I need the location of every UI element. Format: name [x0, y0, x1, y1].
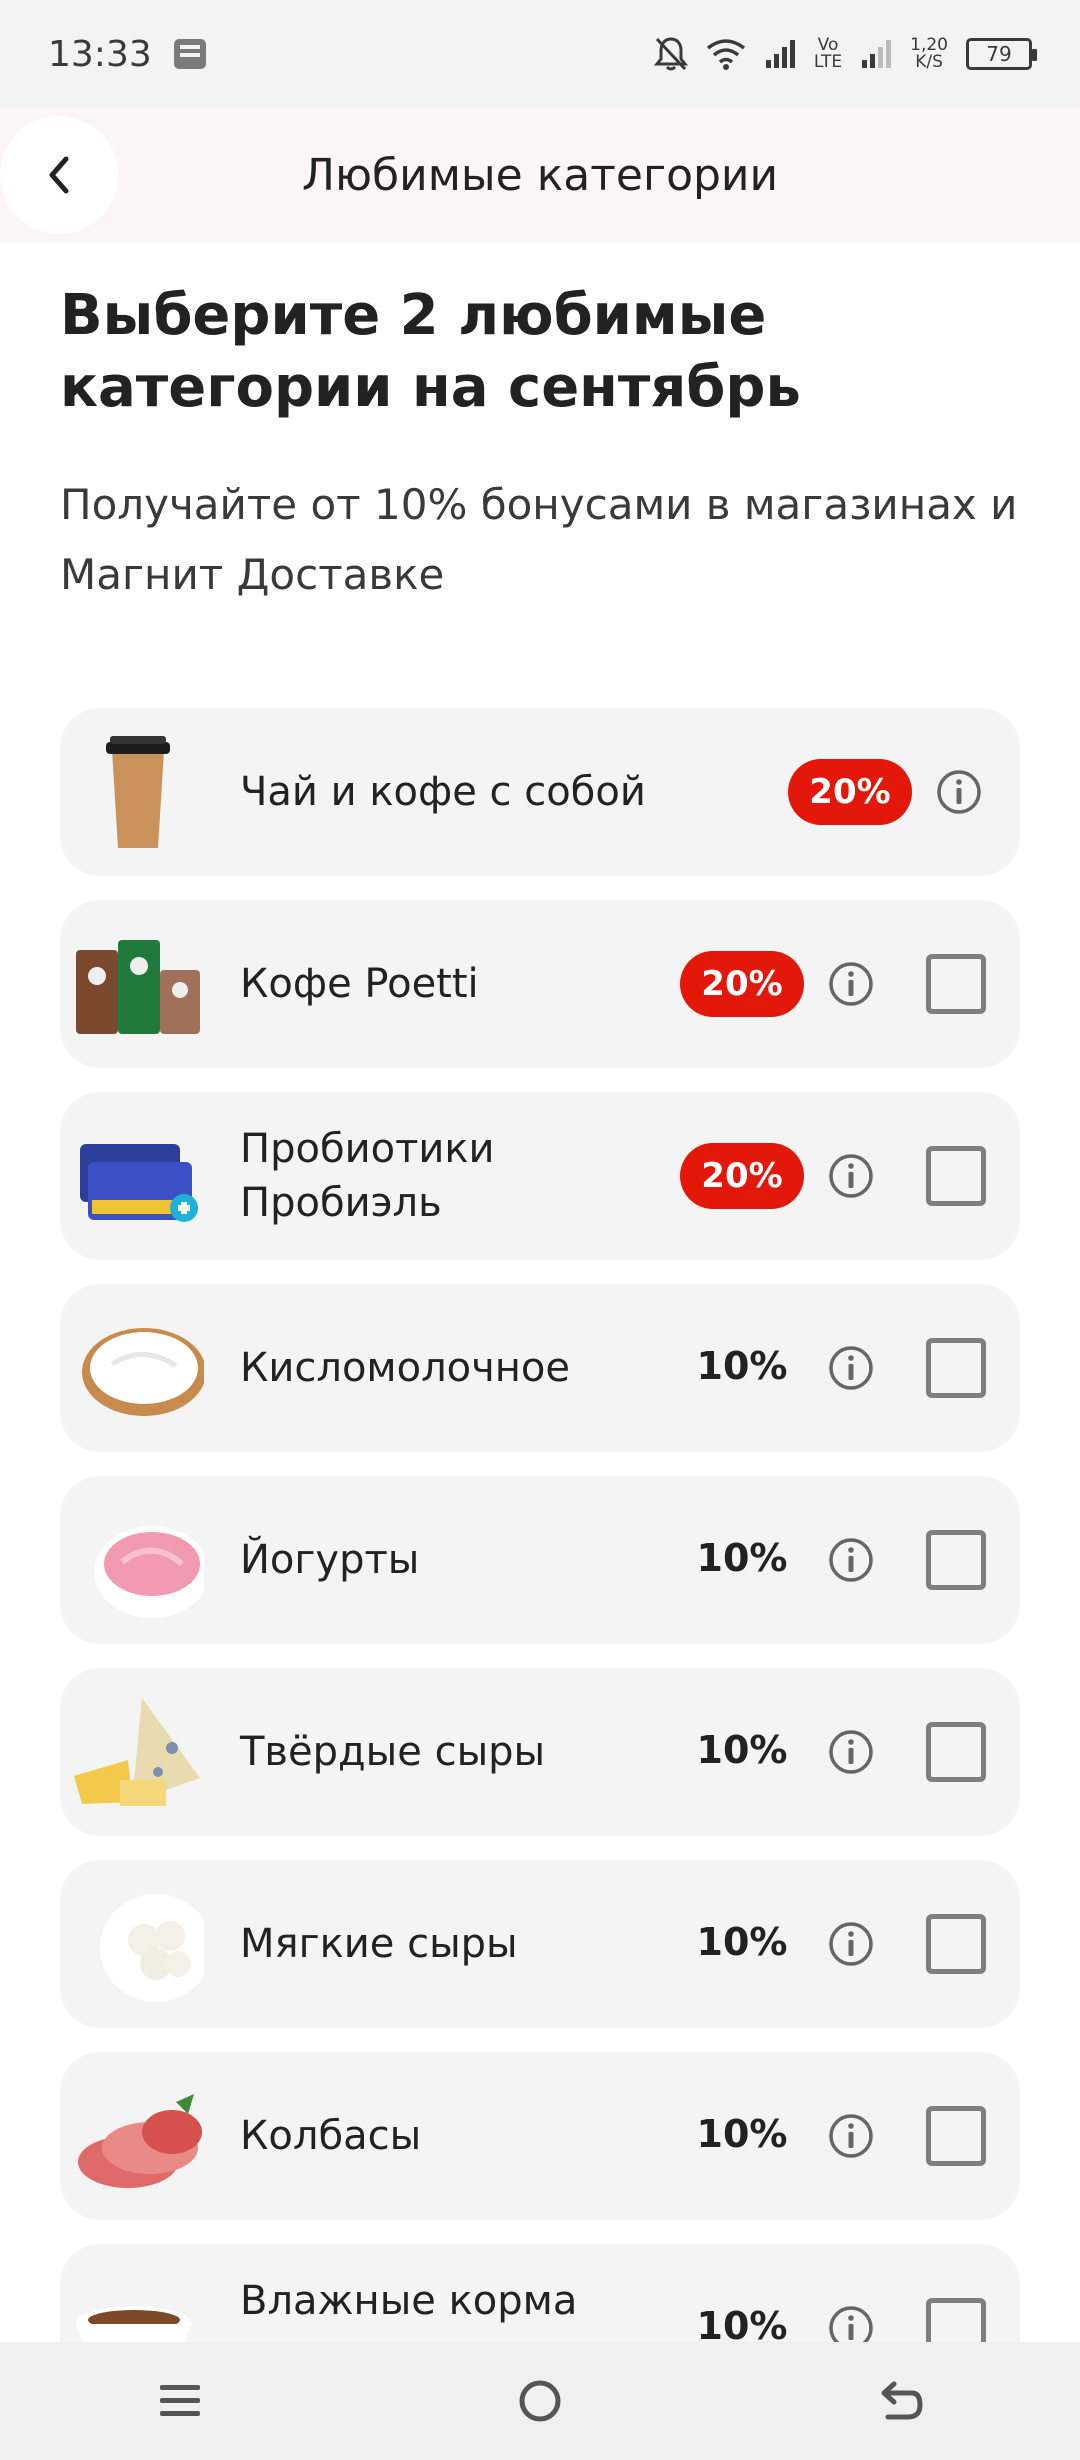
system-nav-bar	[0, 2342, 1080, 2460]
system-back-button[interactable]	[850, 2351, 950, 2451]
sausage-slices-icon	[78, 2094, 202, 2188]
battery-indicator: 79	[966, 38, 1037, 70]
status-right: Vo LTE 1,20 K/S 79	[653, 35, 1037, 72]
bonus-badge: 20%	[680, 1143, 804, 1209]
sour-cream-icon	[82, 1328, 204, 1416]
info-icon[interactable]	[828, 961, 874, 1007]
back-button[interactable]	[0, 116, 118, 234]
info-icon[interactable]	[828, 1921, 874, 1967]
bonus-badge: 20%	[680, 951, 804, 1017]
signal-icon	[765, 40, 795, 68]
status-bar: 13:33 Vo LTE 1,20 K/S 79	[0, 0, 1080, 108]
app-header: Любимые категории	[0, 108, 1080, 242]
category-checkbox[interactable]	[926, 1146, 986, 1206]
category-label: Твёрдые сыры	[240, 1729, 546, 1775]
info-icon[interactable]	[828, 1729, 874, 1775]
recents-button[interactable]	[130, 2351, 230, 2451]
category-card[interactable]: Мягкие сыры 10%	[60, 1860, 1020, 2028]
info-icon[interactable]	[936, 769, 982, 815]
home-circle-icon	[519, 2380, 561, 2422]
category-label: Кофе Poetti	[240, 961, 479, 1007]
bonus-percent: 10%	[696, 1344, 788, 1388]
status-time: 13:33	[48, 33, 152, 75]
notification-app-icon	[173, 39, 206, 69]
category-checkbox[interactable]	[926, 954, 986, 1014]
bonus-percent: 10%	[696, 1728, 788, 1772]
chevron-left-icon	[49, 156, 69, 194]
coffee-packs-icon	[76, 940, 200, 1034]
info-icon[interactable]	[828, 2113, 874, 2159]
status-left: 13:33	[48, 34, 206, 75]
bonus-percent: 10%	[696, 1920, 788, 1964]
category-card[interactable]: Кисломолочное 10%	[60, 1284, 1020, 1452]
mute-bell-icon	[653, 37, 688, 71]
category-label: Мягкие сыры	[240, 1921, 518, 1967]
page-title: Любимые категории	[301, 149, 779, 201]
category-checkbox[interactable]	[926, 1530, 986, 1590]
category-label: Чай и кофе с собой	[240, 769, 646, 815]
network-speed: 1,20 K/S	[910, 35, 948, 72]
hard-cheese-icon	[74, 1698, 200, 1806]
category-card[interactable]: Чай и кофе с собой 20%	[60, 708, 1020, 876]
back-arrow-icon	[881, 2381, 923, 2420]
bonus-percent: 10%	[696, 1536, 788, 1580]
menu-icon	[160, 2385, 200, 2416]
category-list: Чай и кофе с собой 20% Кофе Poetti 20% П…	[60, 708, 1020, 2436]
section-subheading: Получайте от 10% бонусами в магазинах и …	[60, 480, 1018, 599]
category-label: Кисломолочное	[240, 1345, 570, 1391]
info-icon[interactable]	[828, 1153, 874, 1199]
home-button[interactable]	[490, 2351, 590, 2451]
category-checkbox[interactable]	[926, 2106, 986, 2166]
category-checkbox[interactable]	[926, 1722, 986, 1782]
category-card[interactable]: Кофе Poetti 20%	[60, 900, 1020, 1068]
bonus-percent: 10%	[696, 2112, 788, 2156]
category-card[interactable]: Колбасы 10%	[60, 2052, 1020, 2220]
info-icon[interactable]	[828, 1345, 874, 1391]
category-card[interactable]: Йогурты 10%	[60, 1476, 1020, 1644]
category-label: Йогурты	[240, 1537, 420, 1583]
bonus-badge: 20%	[788, 759, 912, 825]
category-label: Колбасы	[240, 2113, 422, 2159]
signal-weak-icon	[862, 40, 892, 68]
yogurt-bowl-icon	[94, 1526, 204, 1618]
section-heading: Выберите 2 любимые категории на сентябрь	[60, 283, 801, 420]
volte-indicator: Vo LTE	[813, 35, 843, 72]
wifi-icon	[706, 39, 745, 70]
category-label: Пробиотики Пробиэль	[240, 1126, 495, 1226]
coffee-cup-icon	[106, 736, 170, 848]
category-checkbox[interactable]	[926, 1914, 986, 1974]
info-icon[interactable]	[828, 1537, 874, 1583]
mozzarella-icon	[100, 1894, 204, 2002]
probiotic-box-icon	[80, 1144, 198, 1222]
category-checkbox[interactable]	[926, 1338, 986, 1398]
category-card[interactable]: Пробиотики Пробиэль 20%	[60, 1092, 1020, 1260]
category-card[interactable]: Твёрдые сыры 10%	[60, 1668, 1020, 1836]
